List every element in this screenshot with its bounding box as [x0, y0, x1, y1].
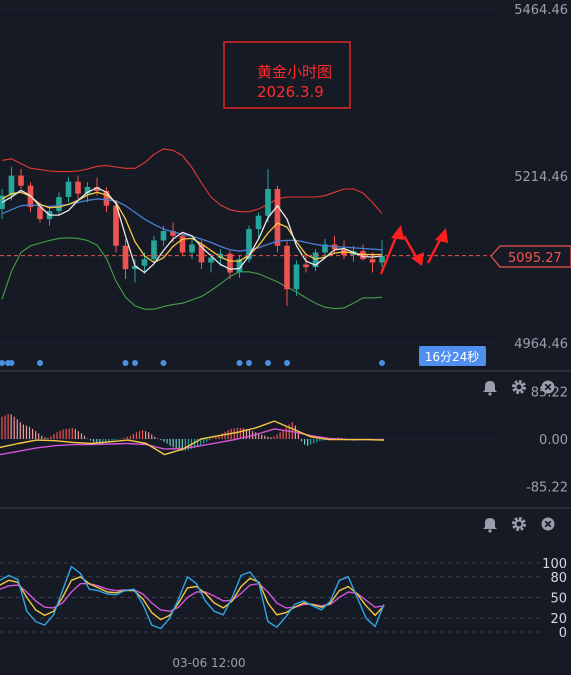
candle-body: [151, 240, 157, 260]
event-marker-dot[interactable]: [246, 360, 252, 366]
event-markers: [0, 360, 385, 366]
stochastic-toolbar: [483, 517, 555, 533]
candle-body: [303, 264, 309, 268]
x-tick-label: 03-06 12:00: [172, 656, 245, 670]
stochastic-y-tick-label: 50: [550, 592, 567, 607]
close-icon[interactable]: [541, 517, 555, 531]
main-grid: [0, 8, 500, 344]
stochastic-y-tick-label: 20: [550, 612, 567, 627]
price-label-text: 5095.27: [508, 251, 562, 266]
countdown-text: 16分24秒: [425, 350, 480, 364]
macd-y-axis: 85.220.00-85.22: [526, 385, 568, 495]
bell-icon[interactable]: [483, 518, 497, 533]
candle-body: [369, 259, 376, 263]
event-marker-dot[interactable]: [5, 360, 11, 366]
price-label: 5095.27: [490, 245, 571, 268]
projection-arrowhead-up-2: [435, 228, 448, 243]
stochastic-y-axis: 10080 50 200: [542, 557, 567, 641]
macd-y-tick-label: -85.22: [526, 481, 568, 496]
candle-body: [179, 235, 186, 253]
gear-icon[interactable]: [512, 517, 526, 531]
event-marker-dot[interactable]: [37, 360, 43, 366]
candle-body: [208, 257, 214, 263]
chart-canvas: 黄金小时图 2026.3.9 5464.46 5214.46 4964.46 509…: [0, 3, 571, 670]
event-marker-dot[interactable]: [379, 360, 385, 366]
stochastic-panel: 10080 50 200 03-06 12:00: [0, 517, 567, 670]
event-marker-dot[interactable]: [122, 360, 129, 366]
projection-arrows: [379, 225, 448, 275]
macd-y-tick-label: 0.00: [539, 433, 568, 448]
countdown-badge: 16分24秒: [419, 346, 486, 366]
stochastic-y-tick-label: 100: [542, 557, 567, 572]
annotation-line-1: 黄金小时图: [257, 63, 332, 81]
candle-body: [284, 245, 290, 290]
candle-body: [274, 188, 281, 246]
annotation-line-2: 2026.3.9: [257, 83, 324, 101]
event-marker-dot[interactable]: [160, 360, 167, 366]
candle-body: [56, 197, 62, 212]
projection-arrowhead-up-1: [391, 225, 404, 240]
event-marker-dot[interactable]: [236, 360, 243, 366]
candle-body: [379, 255, 385, 263]
candle-body: [141, 259, 148, 266]
main-y-tick-label: 5464.46: [514, 3, 568, 18]
candle-body: [160, 231, 167, 241]
candle-body: [75, 181, 81, 194]
close-icon[interactable]: [541, 380, 555, 394]
candle-body: [8, 175, 15, 196]
candle-body: [122, 245, 129, 270]
candle-body: [293, 264, 300, 290]
event-marker-dot[interactable]: [0, 360, 5, 366]
stochastic-y-tick-label: 0: [559, 626, 567, 641]
stochastic-y-tick-label: 80: [550, 571, 567, 586]
event-marker-dot[interactable]: [284, 360, 290, 366]
candle-body: [18, 175, 24, 186]
main-price-panel: 黄金小时图 2026.3.9 5464.46 5214.46 4964.46 509…: [0, 3, 571, 366]
projection-arrowhead-down: [411, 252, 424, 266]
candle-body: [189, 244, 195, 253]
gear-icon[interactable]: [512, 380, 526, 394]
main-y-axis: 5464.46 5214.46 4964.46: [514, 3, 568, 352]
main-y-tick-label: 4964.46: [514, 337, 568, 352]
candle-body: [265, 188, 271, 216]
stoch-k-line: [0, 576, 385, 621]
event-marker-dot[interactable]: [132, 360, 138, 366]
candle-body: [65, 181, 72, 198]
bell-icon[interactable]: [483, 381, 497, 396]
event-marker-dot[interactable]: [265, 360, 271, 366]
candle-body: [255, 215, 262, 230]
macd-panel: 85.220.00-85.22: [0, 380, 568, 496]
main-y-tick-label: 5214.46: [514, 170, 568, 185]
